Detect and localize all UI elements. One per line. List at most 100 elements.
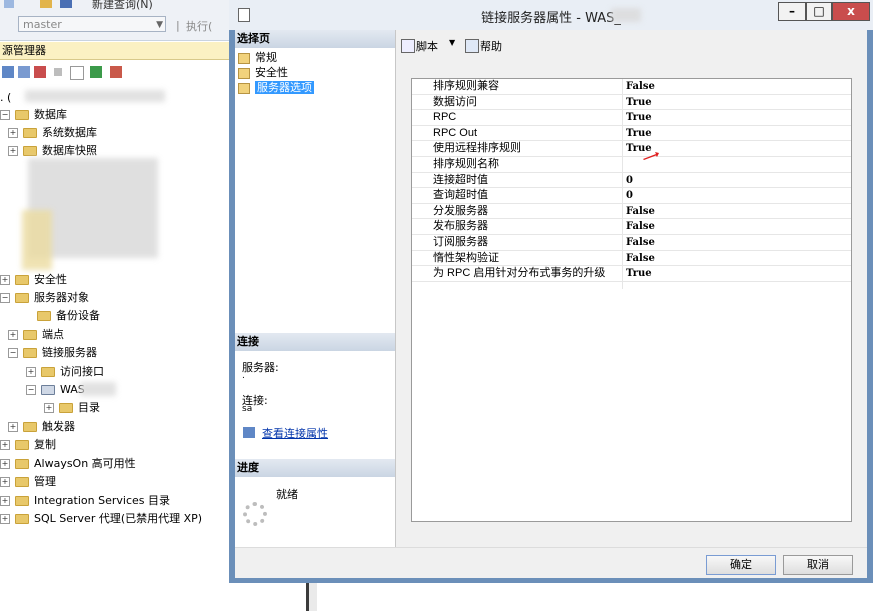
tree-node-label: 复制 (34, 438, 56, 451)
option-row[interactable]: 订阅服务器 False (412, 235, 851, 251)
option-row[interactable]: RPC True (412, 110, 851, 126)
database-select[interactable]: master ▼ (18, 16, 166, 32)
option-row[interactable]: 发布服务器 False (412, 219, 851, 235)
connect-icon[interactable] (2, 66, 14, 78)
activity-monitor-icon[interactable] (110, 66, 122, 78)
tree-node-label: 目录 (78, 401, 100, 414)
script-icon (401, 39, 415, 53)
page-item-label: 安全性 (255, 66, 288, 79)
view-connection-properties-link[interactable]: 查看连接属性 (262, 425, 328, 441)
expand-icon[interactable]: + (26, 367, 36, 377)
tree-node[interactable]: + 访问接口 (26, 363, 104, 381)
expand-icon[interactable]: + (0, 459, 10, 469)
connection-heading: 连接 (235, 333, 395, 351)
collapse-icon[interactable]: − (0, 110, 10, 120)
tree-node[interactable]: − 数据库 (0, 106, 67, 124)
page-item[interactable]: 服务器选项 (238, 80, 317, 95)
tree-node[interactable]: + 目录 (44, 399, 100, 417)
option-value[interactable]: False (626, 219, 655, 235)
tree-node[interactable]: + 端点 (8, 326, 64, 344)
option-value[interactable]: False (626, 235, 655, 251)
expand-icon[interactable]: + (8, 128, 18, 138)
option-value[interactable]: False (626, 79, 655, 95)
option-row[interactable]: 使用远程排序规则 True (412, 141, 851, 157)
expand-icon[interactable]: + (0, 514, 10, 524)
expand-icon[interactable]: + (8, 330, 18, 340)
option-row[interactable]: RPC Out True (412, 126, 851, 142)
expand-icon[interactable]: + (0, 275, 10, 285)
collapse-icon[interactable]: − (0, 293, 10, 303)
option-row[interactable]: 连接超时值 0 (412, 173, 851, 189)
help-icon (465, 39, 479, 53)
ok-button[interactable]: 确定 (706, 555, 776, 575)
stop-icon[interactable] (54, 68, 62, 76)
new-query-button[interactable]: 新建查询(N) (92, 0, 153, 12)
expand-icon[interactable]: + (8, 422, 18, 432)
option-row[interactable]: 数据访问 True (412, 95, 851, 111)
minimize-button[interactable]: – (778, 2, 806, 21)
option-row[interactable]: 惰性架构验证 False (412, 251, 851, 267)
progress-heading: 进度 (235, 459, 395, 477)
tree-node-label: 链接服务器 (42, 346, 97, 359)
option-value[interactable]: True (626, 266, 652, 282)
tree-node[interactable]: + 触发器 (8, 418, 75, 436)
maximize-button[interactable]: □ (806, 2, 832, 21)
option-row[interactable]: 查询超时值 0 (412, 188, 851, 204)
option-value[interactable]: 0 (626, 188, 633, 204)
option-row[interactable]: 分发服务器 False (412, 204, 851, 220)
tree-node-label: 服务器对象 (34, 291, 89, 304)
collapse-icon[interactable]: − (26, 385, 36, 395)
refresh-icon[interactable] (90, 66, 102, 78)
expand-icon[interactable]: + (8, 146, 18, 156)
server-node[interactable]: . ( (0, 89, 11, 107)
tree-node[interactable]: − WAS (26, 381, 85, 399)
tree-node-label: 备份设备 (56, 309, 100, 322)
disconnect-icon[interactable] (18, 66, 30, 78)
option-row[interactable]: 排序规则兼容 False (412, 79, 851, 95)
tree-node[interactable]: + 安全性 (0, 271, 67, 289)
filter-icon[interactable] (70, 66, 84, 80)
dialog-titlebar[interactable]: 链接服务器属性 - WAS_ – □ x (229, 0, 873, 30)
option-value[interactable]: False (626, 251, 655, 267)
expand-icon[interactable]: + (44, 403, 54, 413)
tree-node[interactable]: − 服务器对象 (0, 289, 89, 307)
toolbar-separator: | (176, 19, 180, 32)
option-value[interactable]: True (626, 95, 652, 111)
page-item[interactable]: 常规 (238, 50, 280, 65)
open-folder-icon[interactable] (40, 0, 52, 8)
save-icon[interactable] (60, 0, 72, 8)
expand-icon[interactable]: + (0, 440, 10, 450)
option-value[interactable]: True (626, 126, 652, 142)
collapse-icon[interactable]: − (8, 348, 18, 358)
page-item-label: 服务器选项 (255, 81, 314, 94)
page-item[interactable]: 安全性 (238, 65, 291, 80)
tree-node[interactable]: 备份设备 (22, 307, 100, 325)
close-button[interactable]: x (832, 2, 870, 21)
option-name: 发布服务器 (433, 220, 488, 233)
tree-node[interactable]: − 链接服务器 (8, 344, 97, 362)
tree-node[interactable]: + AlwaysOn 高可用性 (0, 455, 136, 473)
cancel-button[interactable]: 取消 (783, 555, 853, 575)
option-row[interactable]: 排序规则名称 (412, 157, 851, 173)
tree-node[interactable]: + 系统数据库 (8, 124, 97, 142)
option-value[interactable]: True (626, 110, 652, 126)
toolbar-icon[interactable] (4, 0, 14, 8)
option-value[interactable]: False (626, 204, 655, 220)
tree-node[interactable]: + SQL Server 代理(已禁用代理 XP) (0, 510, 202, 528)
execute-button[interactable]: 执行( (186, 18, 212, 34)
connection-value: sa (242, 404, 253, 414)
tree-node[interactable]: + 复制 (0, 436, 56, 454)
options-property-grid[interactable]: 排序规则兼容 False 数据访问 True RPC True RPC Out True 使用远… (411, 78, 852, 522)
connection-properties-icon[interactable] (243, 427, 255, 438)
tree-node[interactable]: + Integration Services 目录 (0, 492, 170, 510)
tree-node[interactable]: + 管理 (0, 473, 56, 491)
redacted-region (611, 8, 641, 22)
expand-icon[interactable]: + (0, 496, 10, 506)
help-button[interactable]: 帮助 (465, 38, 515, 54)
option-name: 数据访问 (433, 95, 477, 108)
expand-icon[interactable]: + (0, 477, 10, 487)
option-value[interactable]: 0 (626, 173, 633, 189)
option-row[interactable]: 为 RPC 启用针对分布式事务的升级 True (412, 266, 851, 282)
disconnect-all-icon[interactable] (34, 66, 46, 78)
folder-icon (15, 496, 29, 506)
